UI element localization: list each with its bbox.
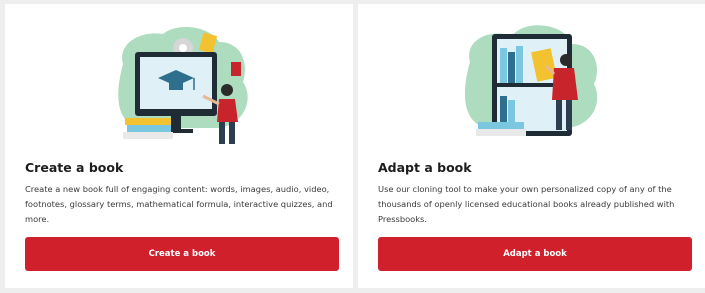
teacher-at-monitor-illustration — [118, 27, 248, 144]
card-description: Use our cloning tool to make your own pe… — [378, 184, 675, 224]
adapt-book-card: Adapt a book Use our cloning tool to mak… — [358, 4, 705, 288]
create-book-button[interactable]: Create a book — [25, 237, 339, 271]
card-title: Create a book — [25, 160, 124, 175]
create-book-card: Create a book Create a new book full of … — [5, 4, 353, 288]
card-title: Adapt a book — [378, 160, 472, 175]
adapt-book-button[interactable]: Adapt a book — [378, 237, 692, 271]
card-description: Create a new book full of engaging conte… — [25, 184, 333, 224]
book-options: Create a book Create a new book full of … — [0, 0, 705, 293]
person-at-bookshelf-illustration — [464, 25, 598, 136]
